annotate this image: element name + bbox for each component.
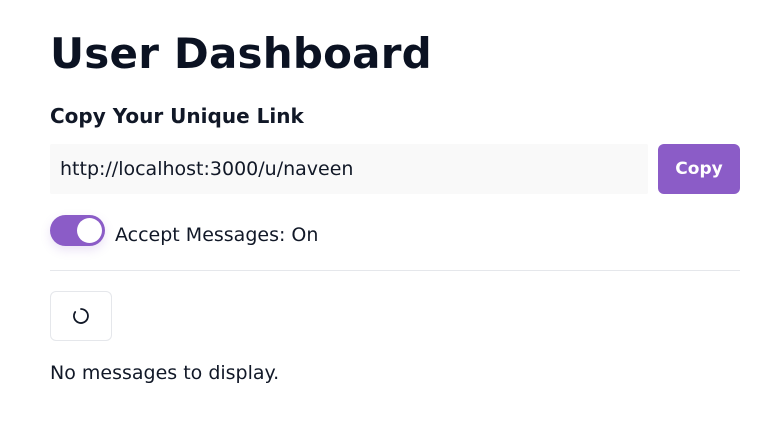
accept-messages-row: Accept Messages: On	[50, 212, 318, 248]
accept-messages-label: Accept Messages: On	[115, 224, 319, 246]
loader-icon	[73, 308, 89, 324]
accept-messages-switch[interactable]	[50, 214, 105, 246]
unique-link-heading: Copy Your Unique Link	[50, 104, 304, 128]
dashboard-page: User Dashboard Copy Your Unique Link Cop…	[0, 0, 782, 432]
page-title: User Dashboard	[50, 29, 432, 78]
copy-button[interactable]: Copy	[658, 144, 740, 194]
divider	[50, 270, 740, 271]
unique-link-row: Copy	[50, 144, 740, 194]
switch-knob	[77, 217, 102, 243]
unique-link-input[interactable]	[50, 144, 648, 194]
refresh-button[interactable]	[50, 291, 112, 341]
empty-messages-text: No messages to display.	[50, 362, 280, 384]
